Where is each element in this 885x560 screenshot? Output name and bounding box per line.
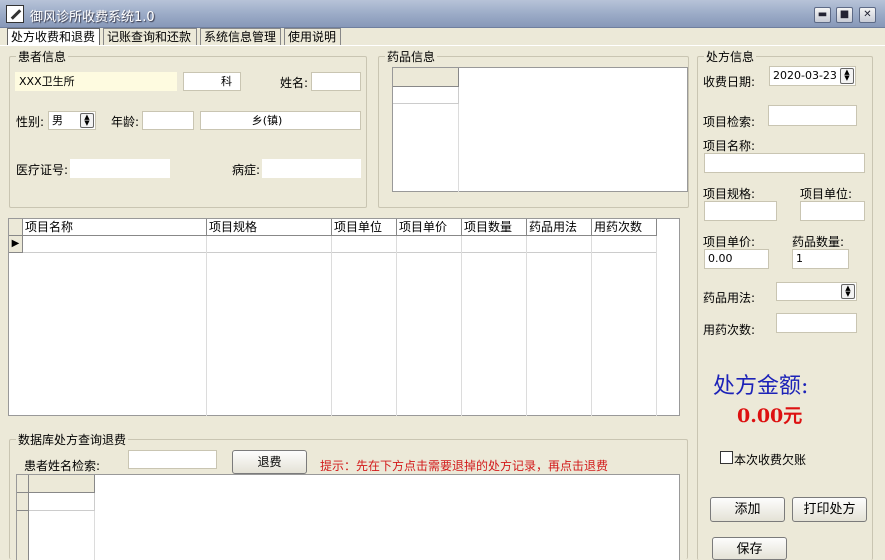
- drug-usage-label: 药品用法:: [703, 291, 756, 305]
- grid-divider: [458, 104, 459, 192]
- drug-info-grid[interactable]: [392, 67, 688, 192]
- grid-corner-header: [17, 475, 29, 493]
- charge-date-picker[interactable]: 2020-03-23 ▲ ▼: [769, 66, 856, 86]
- gender-select[interactable]: 男 ▲ ▼: [48, 111, 96, 130]
- tab-bar: 处方收费和退费 记账查询和还款 系统信息管理 使用说明: [0, 28, 885, 45]
- gender-value: 男: [52, 114, 63, 127]
- title-bar: 御风诊所收费系统1.0 ▬ ■ ✕: [0, 0, 885, 28]
- charge-date-label: 收费日期:: [703, 75, 756, 89]
- prescription-amount-label: 处方金额:: [713, 374, 809, 399]
- dropdown-icon[interactable]: ▲ ▼: [841, 284, 855, 299]
- refund-group-title: 数据库处方查询退费: [16, 431, 129, 448]
- refund-button[interactable]: 退费: [232, 450, 307, 474]
- credit-checkbox[interactable]: [720, 451, 733, 464]
- tab-help[interactable]: 使用说明: [284, 28, 341, 45]
- age-input[interactable]: [142, 111, 194, 130]
- usage-times-label: 用药次数:: [703, 323, 756, 337]
- column-header-unit-price[interactable]: 项目单价: [397, 219, 462, 236]
- item-spec-label: 项目规格:: [703, 187, 756, 201]
- column-divider: [656, 236, 657, 416]
- age-label: 年龄:: [111, 115, 140, 129]
- usage-times-input[interactable]: [776, 313, 857, 333]
- grid-row-header: [17, 511, 29, 560]
- column-divider: [94, 511, 95, 560]
- current-row-arrow-icon: ▶: [9, 236, 23, 253]
- credit-checkbox-label: 本次收费欠账: [734, 453, 807, 467]
- prescription-info-group: 处方信息: [697, 48, 873, 560]
- tab-prescription-charge[interactable]: 处方收费和退费: [7, 28, 100, 45]
- print-prescription-button[interactable]: 打印处方: [792, 497, 867, 522]
- drug-usage-select[interactable]: ▲ ▼: [776, 282, 857, 301]
- town-input[interactable]: 乡(镇): [200, 111, 361, 130]
- row-header-corner: [9, 219, 23, 236]
- item-search-input[interactable]: [768, 105, 857, 126]
- item-unit-input[interactable]: [800, 201, 865, 221]
- column-divider: [591, 236, 592, 416]
- drug-quantity-input[interactable]: 1: [792, 249, 849, 269]
- column-header-item-unit[interactable]: 项目单位: [332, 219, 397, 236]
- grid-corner-header: [393, 68, 459, 87]
- drug-info-title: 药品信息: [385, 48, 438, 65]
- spinner-icon[interactable]: ▲ ▼: [80, 113, 94, 128]
- column-divider: [461, 236, 462, 416]
- name-label: 姓名:: [280, 76, 309, 90]
- table-row[interactable]: [23, 236, 657, 253]
- column-divider: [396, 236, 397, 416]
- refund-hint: 提示：先在下方点击需要退掉的处方记录，再点击退费: [320, 459, 609, 473]
- prescription-records-grid[interactable]: [16, 474, 680, 560]
- department-field[interactable]: 科: [183, 72, 241, 91]
- items-table[interactable]: 项目名称 项目规格 项目单位 项目单价 项目数量 药品用法 用药次数 ▶: [8, 218, 680, 416]
- maximize-icon[interactable]: ■: [836, 7, 853, 23]
- unit-price-label: 项目单价:: [703, 235, 756, 249]
- patient-search-input[interactable]: [128, 450, 217, 469]
- patient-search-label: 患者姓名检索:: [24, 459, 101, 473]
- column-header-quantity[interactable]: 项目数量: [462, 219, 527, 236]
- prescription-info-title: 处方信息: [704, 48, 757, 65]
- window-title: 御风诊所收费系统1.0: [30, 10, 155, 25]
- spinner-icon[interactable]: ▲ ▼: [840, 68, 854, 84]
- name-input[interactable]: [311, 72, 361, 91]
- clinic-field[interactable]: XXX卫生所: [15, 72, 177, 91]
- grid-column-header[interactable]: [29, 475, 95, 493]
- unit-price-input[interactable]: 0.00: [704, 249, 769, 269]
- add-button[interactable]: 添加: [710, 497, 785, 522]
- item-name-input[interactable]: [704, 153, 865, 173]
- medical-id-input[interactable]: [70, 159, 170, 178]
- charge-date-value: 2020-03-23: [773, 69, 837, 82]
- medical-id-label: 医疗证号:: [16, 163, 69, 177]
- close-icon[interactable]: ✕: [859, 7, 876, 23]
- save-button[interactable]: 保存: [712, 537, 787, 560]
- column-header-item-name[interactable]: 项目名称: [23, 219, 207, 236]
- item-search-label: 项目检索:: [703, 115, 756, 129]
- disease-input[interactable]: [262, 159, 361, 178]
- grid-row[interactable]: [393, 87, 459, 104]
- item-spec-input[interactable]: [704, 201, 777, 221]
- item-unit-label: 项目单位:: [800, 187, 853, 201]
- tab-credit-query[interactable]: 记账查询和还款: [103, 28, 197, 45]
- grid-row-header: [17, 493, 29, 511]
- minimize-icon[interactable]: ▬: [814, 7, 831, 23]
- column-divider: [331, 236, 332, 416]
- column-header-times[interactable]: 用药次数: [592, 219, 657, 236]
- disease-label: 病症:: [232, 163, 261, 177]
- column-divider: [206, 236, 207, 416]
- column-header-usage[interactable]: 药品用法: [527, 219, 592, 236]
- table-row[interactable]: [29, 493, 95, 511]
- item-name-label: 项目名称:: [703, 139, 756, 153]
- gender-label: 性别:: [16, 115, 45, 129]
- column-header-item-spec[interactable]: 项目规格: [207, 219, 332, 236]
- tab-divider: [0, 45, 885, 46]
- patient-info-title: 患者信息: [16, 48, 69, 65]
- drug-quantity-label: 药品数量:: [792, 235, 845, 249]
- app-icon: [6, 5, 24, 23]
- column-divider: [526, 236, 527, 416]
- prescription-amount-value: 0.00元: [737, 405, 803, 427]
- tab-system-info[interactable]: 系统信息管理: [200, 28, 281, 45]
